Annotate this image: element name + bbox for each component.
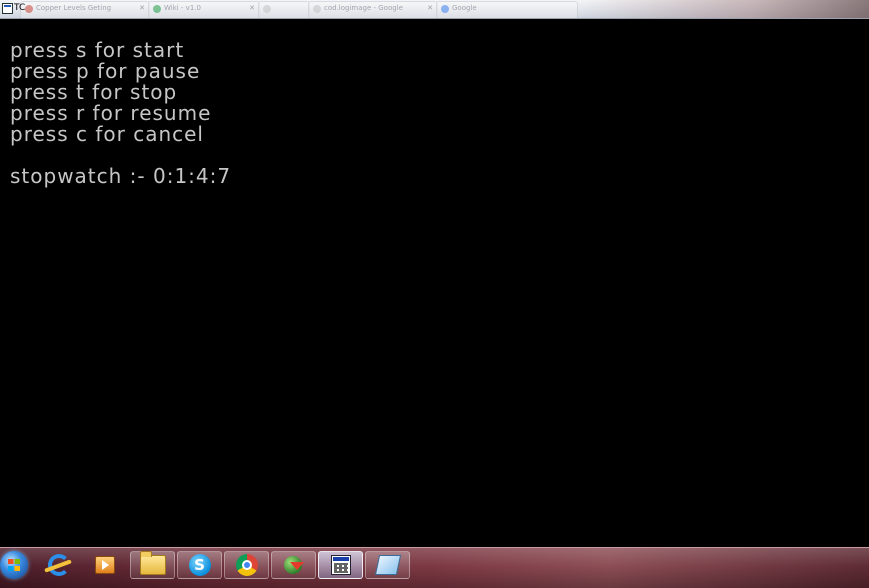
console-line-blank (10, 145, 231, 166)
folder-icon (139, 551, 166, 575)
background-tab-4[interactable]: cod.logimage - Google ✕ (308, 1, 438, 18)
taskbar-item-windows-explorer[interactable] (130, 551, 175, 579)
console-app-icon[interactable] (2, 3, 13, 14)
skype-icon: S (188, 554, 211, 576)
console-line: press s for start (10, 38, 185, 62)
media-player-icon (95, 556, 115, 574)
taskbar-item-paint[interactable] (365, 551, 410, 579)
taskbar-item-skype[interactable]: S (177, 551, 222, 579)
idm-icon (282, 554, 306, 576)
background-tab-3[interactable] (258, 1, 310, 18)
chrome-icon (235, 554, 258, 576)
tab-label: Google (452, 4, 477, 12)
tab-close-icon[interactable]: ✕ (249, 4, 255, 12)
tab-favicon-icon (313, 5, 321, 13)
tab-label: Copper Levels Geting (36, 4, 112, 12)
console-output: press s for start press p for pause press … (10, 40, 231, 187)
taskbar-item-internet-explorer[interactable] (42, 551, 76, 579)
background-tab-2[interactable]: Wiki - v1.0 ✕ (148, 1, 260, 18)
tab-label: Wiki - v1.0 (164, 4, 201, 12)
tab-close-icon[interactable]: ✕ (139, 4, 145, 12)
console-line: press r for resume (10, 101, 212, 125)
console-line: press c for cancel (10, 122, 204, 146)
background-tab-1[interactable]: Copper Levels Geting ✕ (20, 1, 150, 18)
stopwatch-readout: stopwatch :- 0:1:4:7 (10, 164, 232, 188)
taskbar: S (0, 547, 869, 588)
tab-favicon-icon (441, 5, 449, 13)
background-tab-5[interactable]: Google (436, 1, 578, 18)
tab-label: cod.logimage - Google (324, 4, 403, 12)
console-line: press p for pause (10, 59, 201, 83)
desktop-screen: Copper Levels Geting ✕ Wiki - v1.0 ✕ cod… (0, 0, 869, 588)
windows-start-icon[interactable] (0, 551, 28, 579)
window-title: TC (14, 3, 26, 13)
tab-favicon-icon (263, 5, 271, 13)
title-bar-fade (580, 0, 869, 18)
turbo-c-icon (330, 555, 351, 575)
taskbar-item-turbo-c[interactable] (318, 551, 363, 579)
taskbar-item-google-chrome[interactable] (224, 551, 269, 579)
tab-favicon-icon (25, 5, 33, 13)
tab-close-icon[interactable]: ✕ (427, 4, 433, 12)
taskbar-item-windows-media-player[interactable] (88, 551, 122, 579)
paint-icon (374, 555, 401, 575)
tab-favicon-icon (153, 5, 161, 13)
taskbar-item-internet-download-manager[interactable] (271, 551, 316, 579)
console-window[interactable]: press s for start press p for pause press … (0, 19, 869, 547)
console-line: press t for stop (10, 80, 178, 104)
ie-icon (48, 554, 70, 576)
title-bar: Copper Levels Geting ✕ Wiki - v1.0 ✕ cod… (0, 0, 869, 19)
